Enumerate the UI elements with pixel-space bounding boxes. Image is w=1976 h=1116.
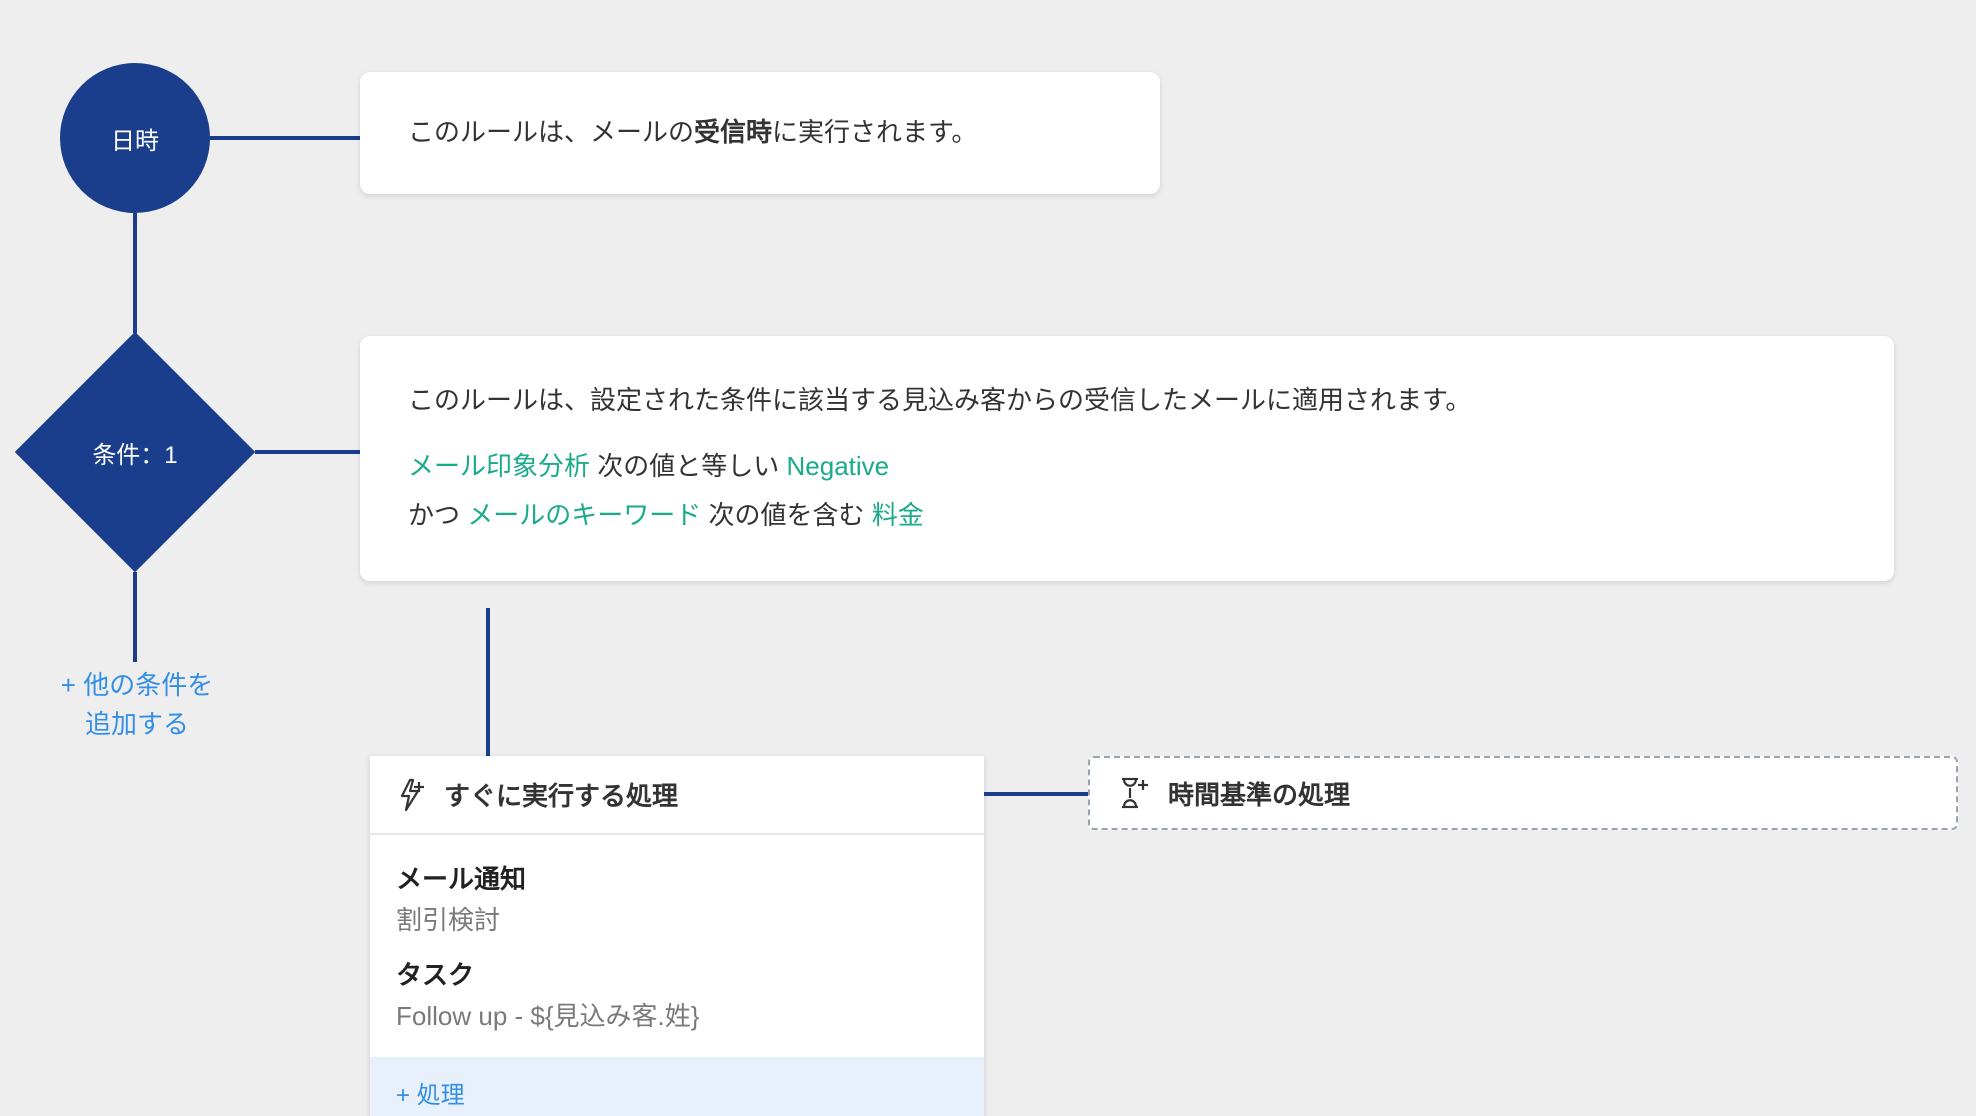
connector-when-to-condition xyxy=(133,213,137,333)
condition-line2-prefix: かつ xyxy=(408,500,460,530)
condition-line2-field: メールのキーワード xyxy=(467,500,701,530)
immediate-action-title: すぐに実行する処理 xyxy=(444,776,678,813)
when-card-bold: 受信時 xyxy=(694,117,772,147)
lightning-plus-icon xyxy=(396,778,426,812)
when-node-label: 日時 xyxy=(111,121,159,156)
add-action-label: + 処理 xyxy=(396,1082,465,1109)
action-sect1-sub: 割引検討 xyxy=(396,900,958,937)
action-sect2-title: タスク xyxy=(396,955,958,992)
condition-line2-value: 料金 xyxy=(872,500,924,530)
condition-line-1: メール印象分析 次の値と等しい Negative xyxy=(408,446,1846,488)
condition-line1-value: Negative xyxy=(787,451,890,481)
add-condition-link[interactable]: + 他の条件を 追加する xyxy=(52,666,222,744)
action-sect2-sub: Follow up - ${見込み客.姓} xyxy=(396,996,958,1033)
action-sect1-title: メール通知 xyxy=(396,859,958,896)
immediate-action-card[interactable]: すぐに実行する処理 メール通知 割引検討 タスク Follow up - ${見… xyxy=(370,756,984,1116)
connector-when-to-card xyxy=(210,136,360,140)
time-action-card[interactable]: 時間基準の処理 xyxy=(1088,756,1958,830)
when-card-prefix: このルールは、メールの xyxy=(408,117,694,147)
immediate-action-header: すぐに実行する処理 xyxy=(370,756,984,835)
when-card-text: このルールは、メールの受信時に実行されます。 xyxy=(360,72,1160,194)
condition-line-2: かつ メールのキーワード 次の値を含む 料金 xyxy=(408,495,1846,537)
hourglass-plus-icon xyxy=(1118,776,1148,810)
condition-node: 条件：1 xyxy=(15,332,255,572)
connector-condcard-to-action xyxy=(486,608,490,756)
condition-intro: このルールは、設定された条件に該当する見込み客からの受信したメールに適用されます… xyxy=(408,380,1846,422)
condition-line2-op: 次の値を含む xyxy=(709,500,865,530)
time-action-title: 時間基準の処理 xyxy=(1168,775,1350,812)
condition-node-wrapper[interactable]: 条件：1 xyxy=(50,367,220,537)
add-action-link[interactable]: + 処理 xyxy=(370,1057,984,1116)
connector-condition-to-card xyxy=(255,450,360,454)
connector-action-to-time-solid xyxy=(984,792,1088,796)
condition-node-label: 条件：1 xyxy=(92,435,177,470)
connector-condition-to-add xyxy=(133,572,137,662)
immediate-action-body: メール通知 割引検討 タスク Follow up - ${見込み客.姓} xyxy=(370,835,984,1057)
when-card[interactable]: このルールは、メールの受信時に実行されます。 xyxy=(360,72,1160,194)
add-condition-line1: + 他の条件を xyxy=(52,666,222,705)
when-card-suffix: に実行されます。 xyxy=(772,117,977,147)
workflow-canvas: 日時 このルールは、メールの受信時に実行されます。 条件：1 このルールは、設定… xyxy=(0,0,1976,1116)
when-node[interactable]: 日時 xyxy=(60,63,210,213)
condition-card[interactable]: このルールは、設定された条件に該当する見込み客からの受信したメールに適用されます… xyxy=(360,336,1894,581)
condition-line1-field: メール印象分析 xyxy=(408,451,590,481)
add-condition-line2: 追加する xyxy=(52,705,222,744)
condition-line1-op: 次の値と等しい xyxy=(597,451,779,481)
